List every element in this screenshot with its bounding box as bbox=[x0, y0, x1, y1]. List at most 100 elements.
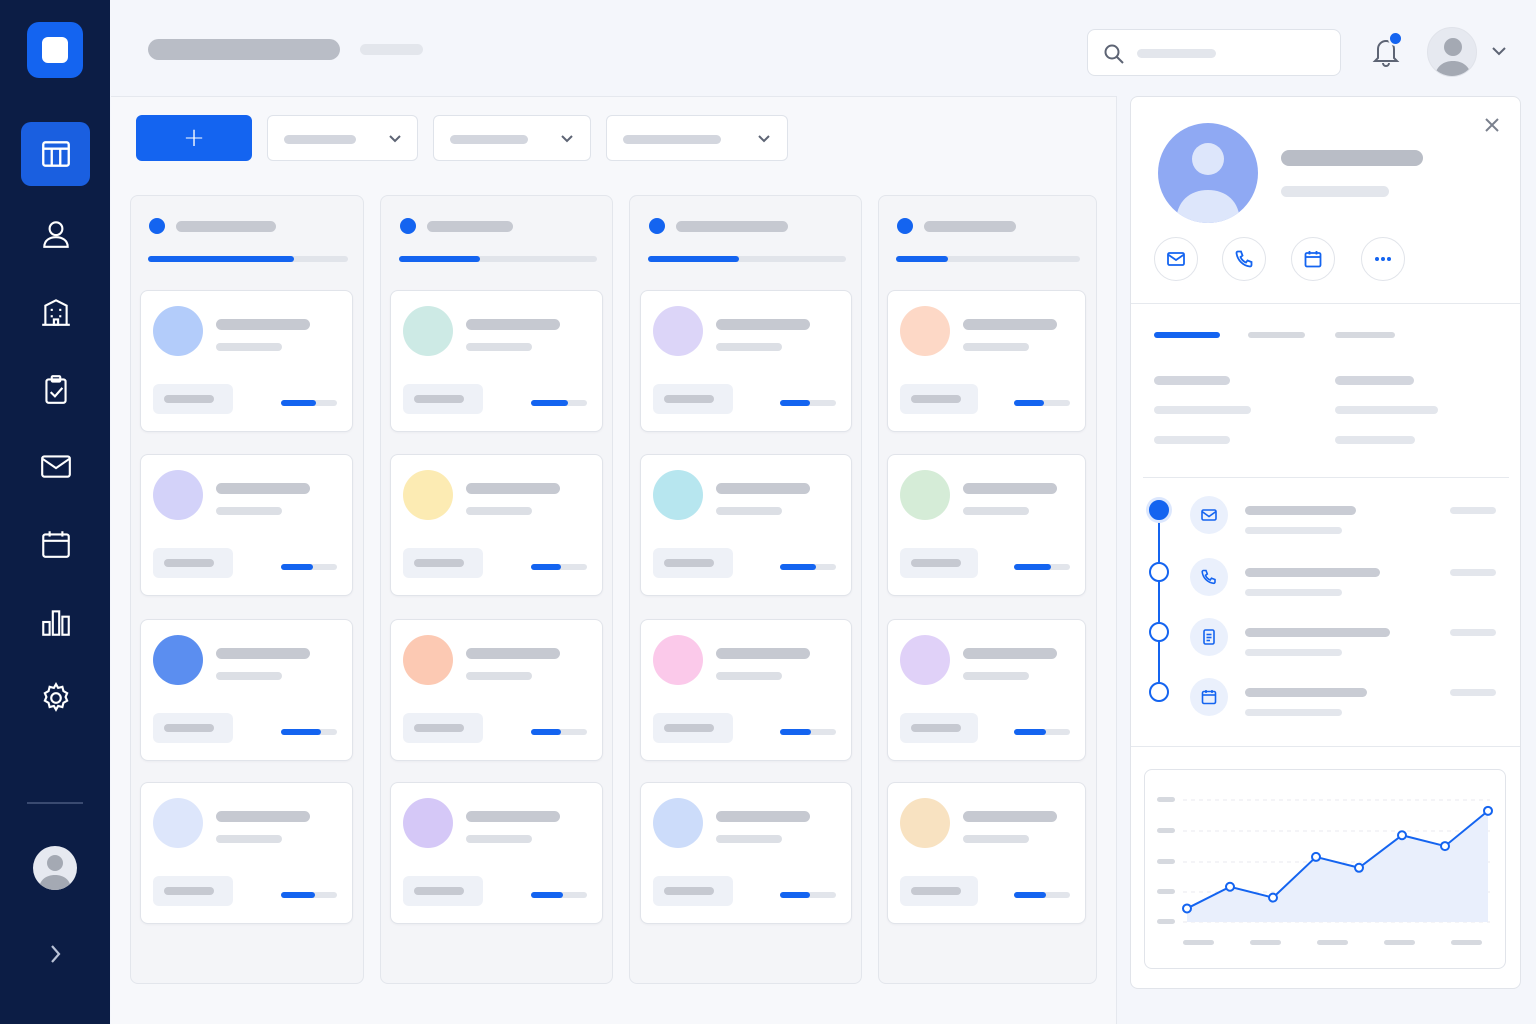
panel-divider bbox=[1143, 477, 1509, 478]
card-progress-fill bbox=[780, 400, 810, 406]
sidebar-item-mail[interactable] bbox=[21, 434, 90, 498]
card-tag bbox=[653, 384, 733, 414]
filter-dropdown-3[interactable] bbox=[606, 115, 788, 161]
card-tag bbox=[900, 713, 978, 743]
deal-card[interactable] bbox=[140, 782, 353, 924]
sidebar-item-companies[interactable] bbox=[21, 280, 90, 344]
tab-notes[interactable] bbox=[1335, 332, 1395, 338]
card-tag-placeholder bbox=[164, 395, 214, 403]
detail-value-placeholder bbox=[1154, 406, 1251, 414]
column-title-placeholder bbox=[924, 221, 1016, 232]
chart-y-tick bbox=[1157, 828, 1175, 833]
column-title-placeholder bbox=[676, 221, 788, 232]
card-tag-placeholder bbox=[664, 559, 714, 567]
card-title-placeholder bbox=[716, 811, 810, 822]
sidebar-item-board[interactable] bbox=[21, 122, 90, 186]
deal-card[interactable] bbox=[887, 619, 1086, 761]
deal-card[interactable] bbox=[640, 619, 852, 761]
chart-x-tick bbox=[1250, 940, 1281, 945]
building-icon bbox=[41, 299, 70, 326]
tab-overview[interactable] bbox=[1154, 332, 1220, 338]
activity-chart bbox=[1144, 769, 1506, 969]
deal-card[interactable] bbox=[140, 290, 353, 432]
contact-avatar bbox=[1158, 123, 1258, 223]
card-subtitle-placeholder bbox=[216, 835, 282, 843]
search-icon bbox=[1104, 44, 1124, 64]
panel-divider bbox=[1131, 303, 1520, 304]
sidebar-expand-button[interactable] bbox=[43, 940, 67, 968]
chart-x-tick bbox=[1183, 940, 1214, 945]
card-avatar bbox=[900, 306, 950, 356]
sidebar-user-avatar[interactable] bbox=[33, 846, 77, 890]
deal-card[interactable] bbox=[640, 782, 852, 924]
card-progress-fill bbox=[1014, 729, 1046, 735]
card-title-placeholder bbox=[716, 483, 810, 494]
timeline-subtitle-placeholder bbox=[1245, 589, 1342, 596]
card-tag bbox=[403, 384, 483, 414]
tab-activity[interactable] bbox=[1248, 332, 1305, 338]
search-box[interactable] bbox=[1087, 29, 1341, 76]
filter-dropdown-1[interactable] bbox=[267, 115, 418, 161]
card-subtitle-placeholder bbox=[216, 343, 282, 351]
card-title-placeholder bbox=[216, 483, 310, 494]
avatar-icon bbox=[39, 855, 71, 890]
card-avatar bbox=[653, 470, 703, 520]
deal-card[interactable] bbox=[887, 454, 1086, 596]
deal-card[interactable] bbox=[140, 619, 353, 761]
column-progress-fill bbox=[399, 256, 480, 262]
card-tag bbox=[900, 384, 978, 414]
schedule-action-button[interactable] bbox=[1291, 237, 1335, 281]
card-progress-bar bbox=[531, 892, 587, 898]
deal-card[interactable] bbox=[390, 782, 603, 924]
call-action-button[interactable] bbox=[1222, 237, 1266, 281]
app-logo[interactable] bbox=[27, 22, 83, 78]
calendar-icon bbox=[1201, 690, 1217, 705]
sidebar-item-contacts[interactable] bbox=[21, 202, 90, 266]
card-subtitle-placeholder bbox=[963, 672, 1029, 680]
clipboard-check-icon bbox=[44, 375, 67, 404]
card-progress-fill bbox=[281, 564, 313, 570]
card-avatar bbox=[900, 470, 950, 520]
deal-card[interactable] bbox=[640, 290, 852, 432]
close-icon[interactable] bbox=[1481, 114, 1503, 136]
card-avatar bbox=[153, 635, 203, 685]
sidebar-item-tasks[interactable] bbox=[21, 358, 90, 422]
card-tag bbox=[900, 876, 978, 906]
sidebar-item-reports[interactable] bbox=[21, 590, 90, 654]
chart-point bbox=[1182, 903, 1192, 914]
detail-label-placeholder bbox=[1154, 376, 1230, 385]
search-input[interactable] bbox=[1136, 44, 1326, 62]
sidebar-item-settings[interactable] bbox=[21, 666, 90, 730]
deal-card[interactable] bbox=[887, 290, 1086, 432]
deal-card[interactable] bbox=[390, 619, 603, 761]
card-tag-placeholder bbox=[414, 395, 464, 403]
deal-card[interactable] bbox=[140, 454, 353, 596]
add-button[interactable]: + bbox=[136, 115, 252, 161]
filter-dropdown-2[interactable] bbox=[433, 115, 591, 161]
card-tag bbox=[653, 548, 733, 578]
chevron-down-icon bbox=[758, 135, 770, 143]
bar-chart-icon bbox=[41, 610, 70, 636]
timeline-subtitle-placeholder bbox=[1245, 709, 1342, 716]
card-progress-fill bbox=[281, 892, 315, 898]
filter-label-placeholder bbox=[450, 135, 528, 144]
sidebar-item-calendar[interactable] bbox=[21, 512, 90, 576]
card-tag-placeholder bbox=[911, 724, 961, 732]
card-avatar bbox=[403, 798, 453, 848]
card-progress-bar bbox=[780, 729, 836, 735]
chevron-down-icon[interactable] bbox=[1490, 44, 1508, 58]
card-progress-fill bbox=[780, 564, 816, 570]
deal-card[interactable] bbox=[390, 454, 603, 596]
column-status-dot bbox=[897, 218, 913, 234]
user-avatar[interactable] bbox=[1427, 27, 1477, 77]
card-progress-fill bbox=[1014, 400, 1044, 406]
more-action-button[interactable] bbox=[1361, 237, 1405, 281]
card-tag bbox=[403, 876, 483, 906]
deal-card[interactable] bbox=[640, 454, 852, 596]
email-action-button[interactable] bbox=[1154, 237, 1198, 281]
card-progress-bar bbox=[531, 564, 587, 570]
deal-card[interactable] bbox=[390, 290, 603, 432]
deal-card[interactable] bbox=[887, 782, 1086, 924]
card-avatar bbox=[653, 798, 703, 848]
card-tag-placeholder bbox=[911, 559, 961, 567]
